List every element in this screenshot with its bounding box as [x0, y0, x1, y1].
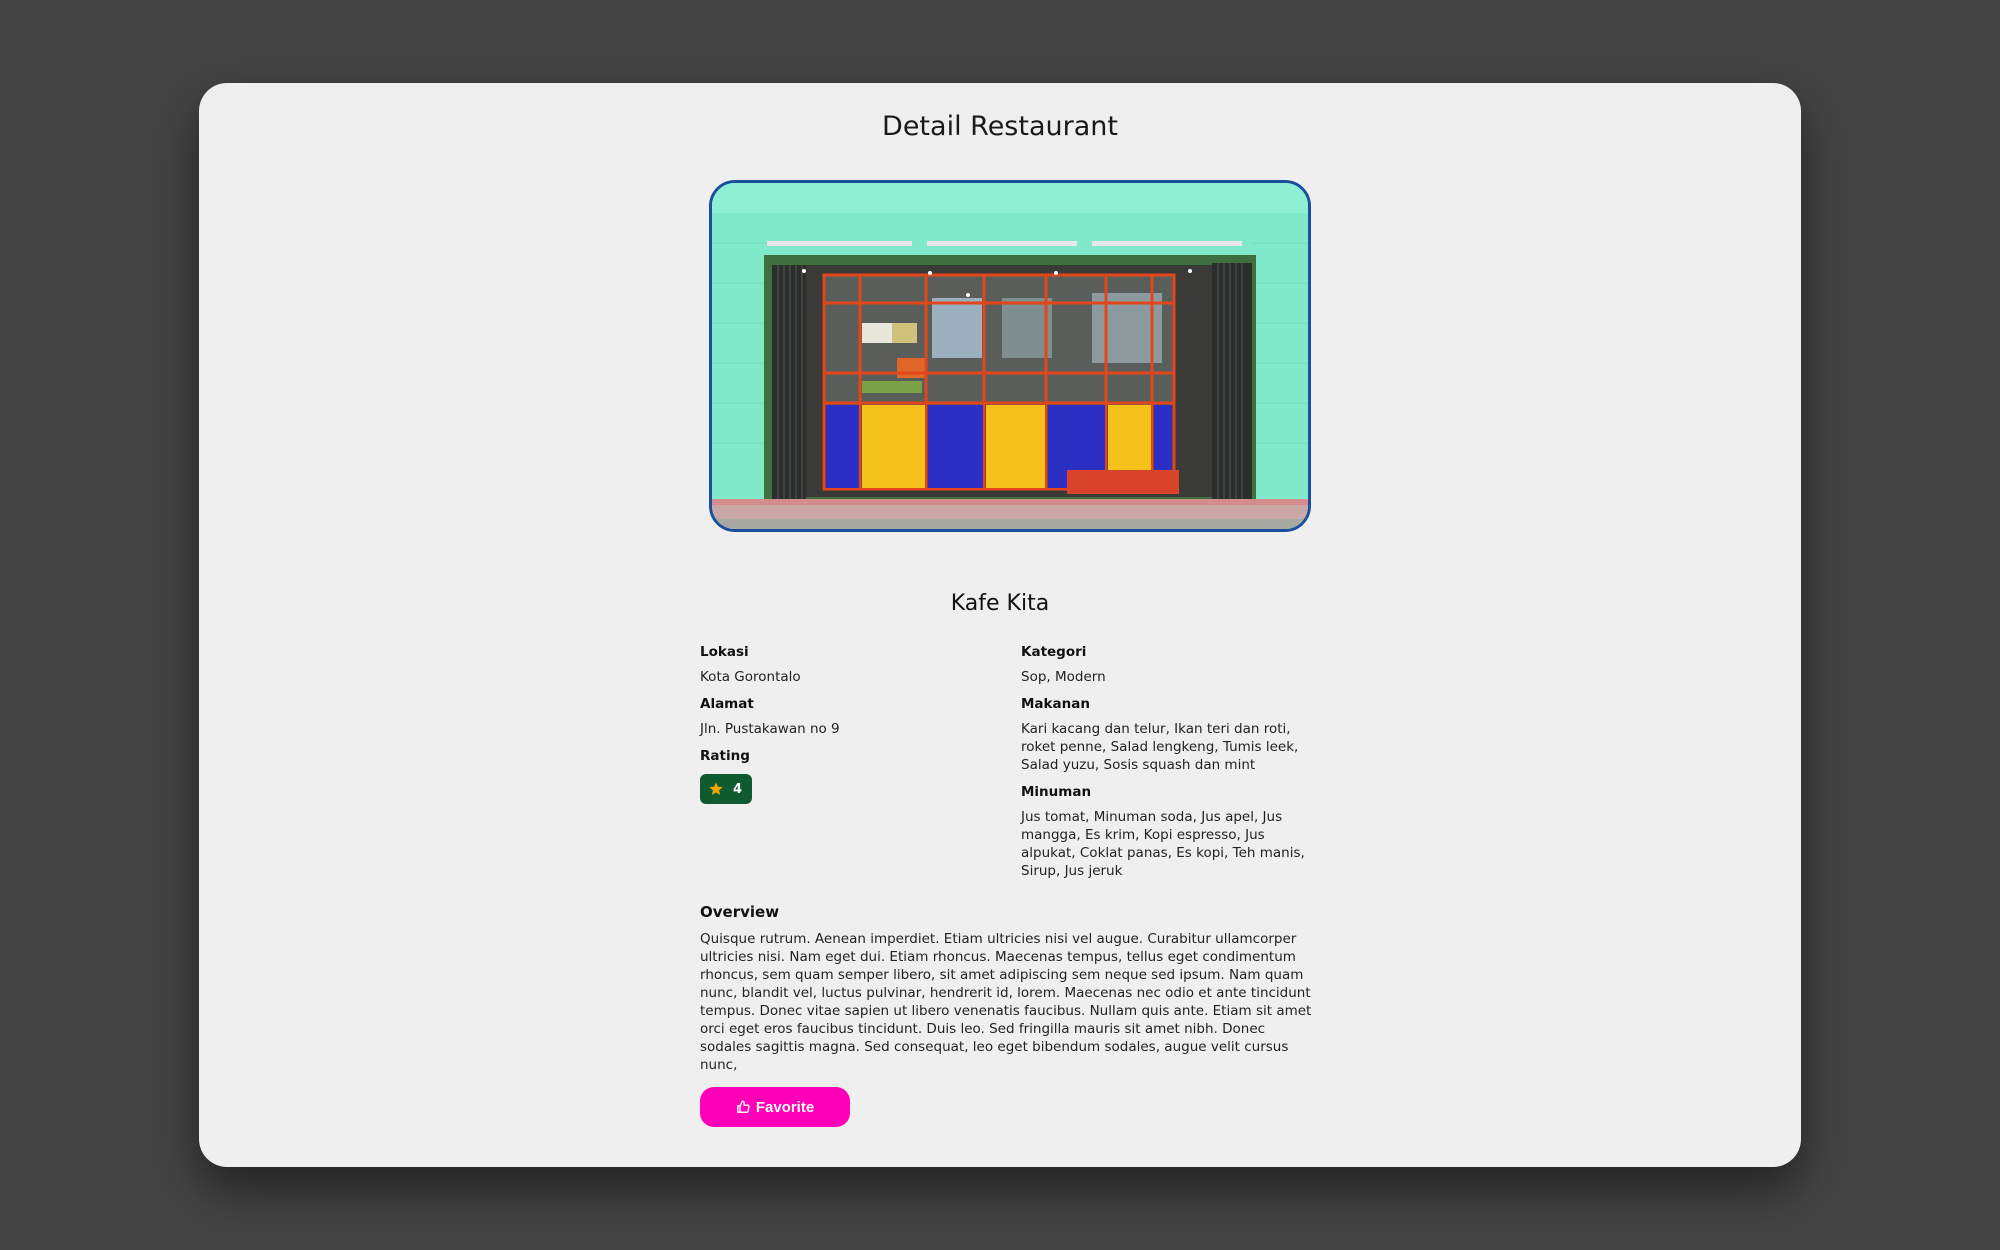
alamat-value: Jln. Pustakawan no 9 [700, 721, 840, 737]
restaurant-image [709, 180, 1311, 532]
makanan-value: Kari kacang dan telur, Ikan teri dan rot… [1021, 721, 1299, 773]
kategori-value: Sop, Modern [1021, 669, 1106, 685]
restaurant-name: Kafe Kita [950, 591, 1050, 616]
kategori-label: Kategori [1021, 644, 1087, 660]
page-title: Detail Restaurant [882, 111, 1118, 142]
star-icon [708, 781, 724, 797]
info-right-column: Kategori Sop, Modern Makanan Kari kacang… [1021, 643, 1321, 889]
detail-card: Detail Restaurant Kafe Kita Lokasi Kota … [199, 83, 1801, 1167]
thumbs-up-icon [736, 1100, 750, 1114]
lokasi-value: Kota Gorontalo [700, 669, 801, 685]
overview-text: Quisque rutrum. Aenean imperdiet. Etiam … [700, 931, 1312, 1073]
minuman-value: Jus tomat, Minuman soda, Jus apel, Jus m… [1021, 809, 1305, 879]
alamat-label: Alamat [700, 696, 754, 712]
minuman-label: Minuman [1021, 784, 1092, 800]
overview-heading: Overview [700, 903, 780, 921]
makanan-label: Makanan [1021, 696, 1090, 712]
lokasi-label: Lokasi [700, 644, 749, 660]
overview-section: Overview Quisque rutrum. Aenean imperdie… [700, 903, 1320, 1074]
rating-badge: 4 [700, 774, 753, 804]
favorite-button[interactable]: Favorite [700, 1087, 850, 1127]
info-left-column: Lokasi Kota Gorontalo Alamat Jln. Pustak… [700, 643, 1000, 804]
rating-label: Rating [700, 748, 750, 764]
favorite-label: Favorite [755, 1098, 815, 1116]
rating-value: 4 [733, 781, 743, 797]
